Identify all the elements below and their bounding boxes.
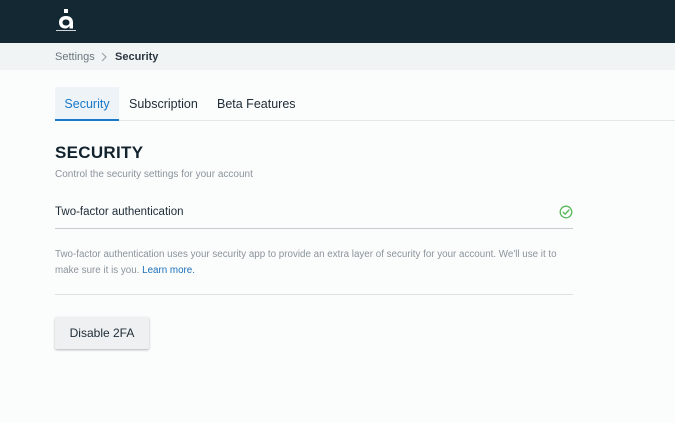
disable-2fa-button[interactable]: Disable 2FA	[55, 317, 149, 349]
tab-security[interactable]: Security	[55, 87, 119, 121]
top-header	[0, 0, 675, 43]
tab-subscription[interactable]: Subscription	[129, 87, 198, 121]
settings-tabs: Security Subscription Beta Features	[55, 87, 675, 121]
two-factor-description: Two-factor authentication uses your secu…	[55, 247, 575, 279]
description-text: Two-factor authentication uses your secu…	[55, 249, 557, 276]
breadcrumb-current: Security	[115, 51, 159, 63]
app-logo-icon[interactable]	[55, 8, 77, 32]
learn-more-link[interactable]: Learn more.	[142, 265, 195, 276]
check-circle-icon	[559, 205, 573, 219]
page-subtitle: Control the security settings for your a…	[55, 169, 253, 180]
two-factor-label: Two-factor authentication	[55, 206, 184, 218]
tab-beta-features[interactable]: Beta Features	[217, 87, 296, 121]
page-title: SECURITY	[55, 143, 144, 162]
breadcrumb-settings-link[interactable]: Settings	[55, 51, 95, 63]
divider	[55, 294, 573, 295]
breadcrumb: Settings Security	[0, 43, 675, 70]
chevron-right-icon	[101, 52, 107, 62]
two-factor-row: Two-factor authentication	[55, 196, 573, 229]
